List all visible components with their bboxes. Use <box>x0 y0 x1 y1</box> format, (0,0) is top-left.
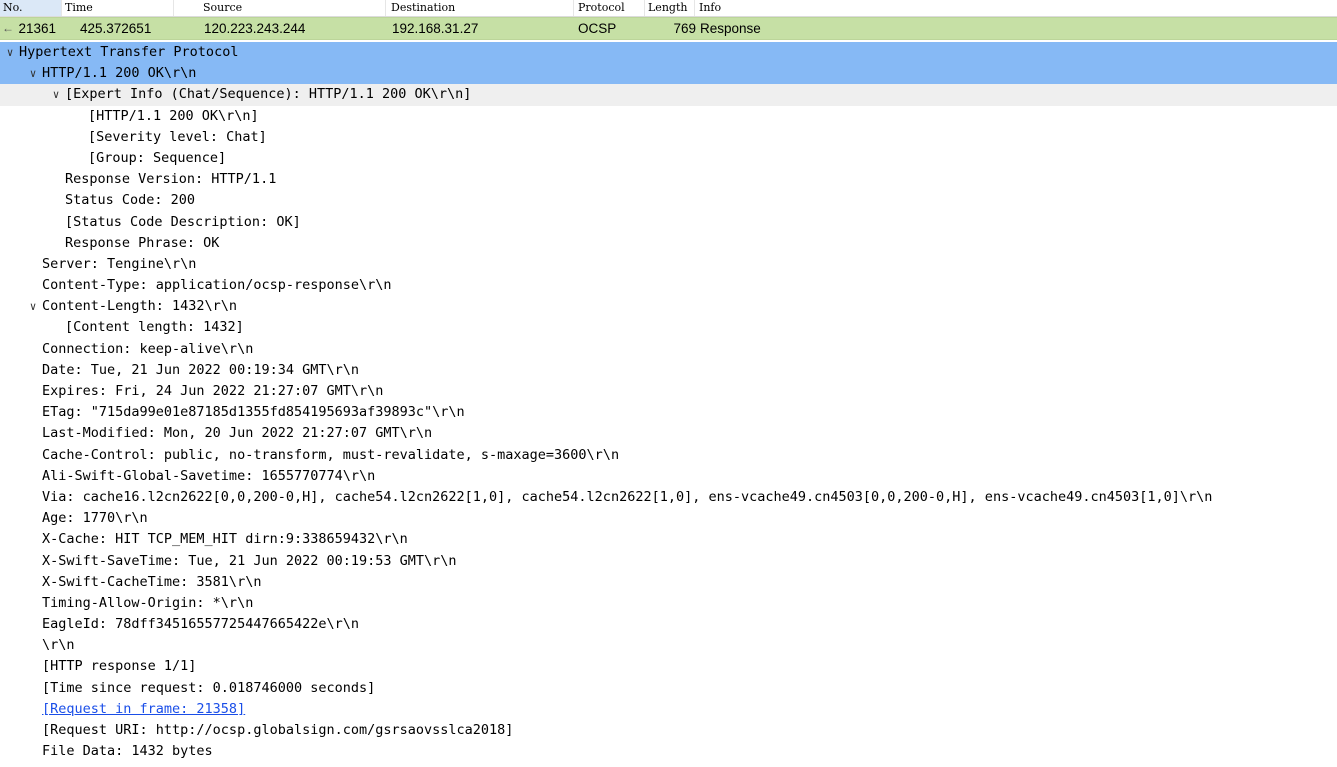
tree-row-label: [HTTP/1.1 200 OK\r\n] <box>88 107 259 124</box>
tree-row-label: ETag: "715da99e01e87185d1355fd854195693a… <box>42 404 465 421</box>
expand-chevron-icon[interactable]: ∨ <box>26 63 40 84</box>
column-header-source[interactable]: Source <box>200 0 386 16</box>
tree-row[interactable]: Via: cache16.l2cn2622[0,0,200-0,H], cach… <box>0 487 1337 508</box>
tree-row[interactable]: Response Version: HTTP/1.1 <box>0 169 1337 190</box>
tree-row-label: File Data: 1432 bytes <box>42 743 213 760</box>
tree-row[interactable]: Status Code: 200 <box>0 190 1337 211</box>
tree-row-label: Hypertext Transfer Protocol <box>19 44 239 60</box>
tree-row-label: Ali-Swift-Global-Savetime: 1655770774\r\… <box>42 467 376 484</box>
packet-time: 425.372651 <box>80 21 152 36</box>
tree-row-label: Age: 1770\r\n <box>42 510 148 527</box>
tree-row-label: [Request URI: http://ocsp.globalsign.com… <box>42 722 514 738</box>
tree-row-label: X-Cache: HIT TCP_MEM_HIT dirn:9:33865943… <box>42 531 408 548</box>
tree-row[interactable]: X-Swift-CacheTime: 3581\r\n <box>0 572 1337 593</box>
tree-row-label: EagleId: 78dff34516557725447665422e\r\n <box>42 616 359 633</box>
expand-chevron-icon[interactable]: ∨ <box>49 84 63 105</box>
packet-details-tree: ∨ Hypertext Transfer Protocol ∨ HTTP/1.1 20… <box>0 40 1337 762</box>
tree-row-label: Last-Modified: Mon, 20 Jun 2022 21:27:07… <box>42 425 433 442</box>
tree-row[interactable]: [Group: Sequence] <box>0 148 1337 169</box>
tree-row[interactable]: [Status Code Description: OK] <box>0 212 1337 233</box>
tree-row-label: Server: Tengine\r\n <box>42 255 197 272</box>
related-packet-arrow-icon: ← <box>2 21 14 35</box>
tree-row-label: Cache-Control: public, no-transform, mus… <box>42 446 620 463</box>
tree-row[interactable]: Connection: keep-alive\r\n <box>0 339 1337 360</box>
tree-row[interactable]: ETag: "715da99e01e87185d1355fd854195693a… <box>0 402 1337 423</box>
tree-row[interactable]: File Data: 1432 bytes <box>0 741 1337 762</box>
tree-row[interactable]: [Content length: 1432] <box>0 317 1337 338</box>
tree-row[interactable]: Date: Tue, 21 Jun 2022 00:19:34 GMT\r\n <box>0 360 1337 381</box>
tree-row-label: Expires: Fri, 24 Jun 2022 21:27:07 GMT\r… <box>42 383 384 399</box>
packet-info: Response <box>700 21 761 36</box>
tree-row-label: Via: cache16.l2cn2622[0,0,200-0,H], cach… <box>42 488 1213 505</box>
tree-row[interactable]: EagleId: 78dff34516557725447665422e\r\n <box>0 614 1337 635</box>
tree-row-label: Content-Length: 1432\r\n <box>42 298 238 315</box>
tree-row[interactable]: Server: Tengine\r\n <box>0 254 1337 275</box>
tree-row-label: Timing-Allow-Origin: *\r\n <box>42 594 254 611</box>
tree-row-label: [Status Code Description: OK] <box>65 213 301 230</box>
tree-row-label: Content-Type: application/ocsp-response\… <box>42 277 392 294</box>
column-header-info[interactable]: Info <box>696 0 1337 16</box>
packet-destination: 192.168.31.27 <box>392 21 479 36</box>
tree-row-label: Response Phrase: OK <box>65 234 220 251</box>
tree-row[interactable]: X-Cache: HIT TCP_MEM_HIT dirn:9:33865943… <box>0 529 1337 550</box>
expand-chevron-icon[interactable]: ∨ <box>3 42 17 63</box>
tree-row[interactable]: [Request URI: http://ocsp.globalsign.com… <box>0 720 1337 741</box>
tree-row-label: [Severity level: Chat] <box>88 128 267 145</box>
tree-row-label: X-Swift-CacheTime: 3581\r\n <box>42 573 262 590</box>
tree-row-label: [HTTP response 1/1] <box>42 658 197 675</box>
tree-row-label: [Group: Sequence] <box>88 149 227 166</box>
tree-row-label: HTTP/1.1 200 OK\r\n <box>42 65 197 82</box>
tree-row-label: [Time since request: 0.018746000 seconds… <box>42 679 376 696</box>
packet-source: 120.223.243.244 <box>204 21 306 36</box>
column-header-time[interactable]: Time <box>62 0 174 16</box>
tree-row[interactable]: \r\n <box>0 635 1337 656</box>
tree-row[interactable]: ∨ [Expert Info (Chat/Sequence): HTTP/1.1 … <box>0 84 1337 106</box>
tree-row[interactable]: Age: 1770\r\n <box>0 508 1337 529</box>
packet-list-header: No. Time Source Destination Protocol Len… <box>0 0 1337 17</box>
tree-row-label: \r\n <box>42 637 75 654</box>
tree-row[interactable]: Cache-Control: public, no-transform, mus… <box>0 445 1337 466</box>
tree-row-label: Status Code: 200 <box>65 192 196 209</box>
packet-protocol: OCSP <box>578 21 617 36</box>
column-header-destination[interactable]: Destination <box>388 0 574 16</box>
packet-no: 21361 <box>18 21 56 36</box>
tree-row[interactable]: ∨ Content-Length: 1432\r\n <box>0 296 1337 317</box>
tree-row[interactable]: [Time since request: 0.018746000 seconds… <box>0 678 1337 699</box>
tree-row[interactable]: [Request in frame: 21358] <box>0 699 1337 720</box>
tree-row-label: X-Swift-SaveTime: Tue, 21 Jun 2022 00:19… <box>42 552 457 569</box>
tree-row[interactable]: [HTTP/1.1 200 OK\r\n] <box>0 106 1337 127</box>
tree-row[interactable]: Response Phrase: OK <box>0 233 1337 254</box>
column-header-length[interactable]: Length <box>645 0 695 16</box>
packet-length: 769 <box>673 21 696 36</box>
tree-row-label: [Content length: 1432] <box>65 319 244 336</box>
expand-chevron-icon[interactable]: ∨ <box>26 296 40 317</box>
tree-row[interactable]: X-Swift-SaveTime: Tue, 21 Jun 2022 00:19… <box>0 551 1337 572</box>
tree-row[interactable]: Last-Modified: Mon, 20 Jun 2022 21:27:07… <box>0 423 1337 444</box>
packet-row[interactable]: ← 21361 425.372651 120.223.243.244 192.1… <box>0 17 1337 40</box>
tree-row[interactable]: Ali-Swift-Global-Savetime: 1655770774\r\… <box>0 466 1337 487</box>
tree-row[interactable]: Timing-Allow-Origin: *\r\n <box>0 593 1337 614</box>
tree-row-label: Date: Tue, 21 Jun 2022 00:19:34 GMT\r\n <box>42 361 359 378</box>
tree-row[interactable]: Content-Type: application/ocsp-response\… <box>0 275 1337 296</box>
column-header-no[interactable]: No. <box>0 0 62 16</box>
tree-row-label: Response Version: HTTP/1.1 <box>65 171 277 188</box>
tree-row[interactable]: [Severity level: Chat] <box>0 127 1337 148</box>
tree-row[interactable]: ∨ Hypertext Transfer Protocol <box>0 42 1337 64</box>
tree-row[interactable]: Expires: Fri, 24 Jun 2022 21:27:07 GMT\r… <box>0 381 1337 402</box>
tree-row-label: [Expert Info (Chat/Sequence): HTTP/1.1 2… <box>65 86 472 103</box>
tree-row[interactable]: [HTTP response 1/1] <box>0 656 1337 677</box>
request-frame-link[interactable]: [Request in frame: 21358] <box>42 699 245 720</box>
tree-row-label: Connection: keep-alive\r\n <box>42 340 254 357</box>
tree-row[interactable]: ∨ HTTP/1.1 200 OK\r\n <box>0 63 1337 85</box>
column-header-protocol[interactable]: Protocol <box>575 0 645 16</box>
